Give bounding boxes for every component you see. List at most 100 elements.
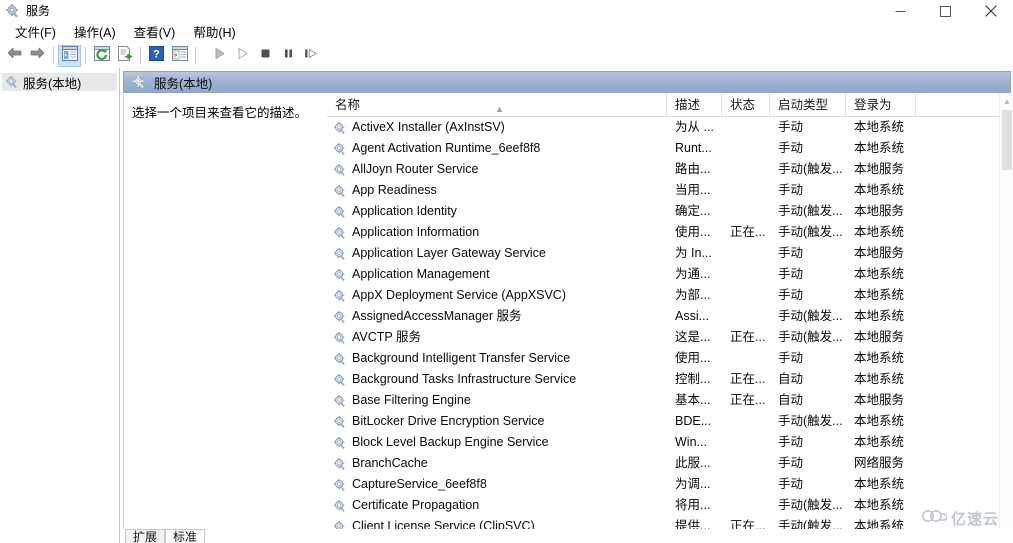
help-button[interactable]: ? — [145, 45, 168, 67]
cell-startup: 手动(触发... — [770, 222, 846, 243]
cell-status — [722, 159, 770, 180]
cell-name: CaptureService_6eef8f8 — [327, 474, 667, 495]
service-name-label: Agent Activation Runtime_6eef8f8 — [352, 138, 540, 159]
close-button[interactable] — [968, 0, 1013, 22]
properties-icon — [172, 46, 188, 66]
service-gear-icon — [333, 457, 347, 471]
cell-logon: 本地系统 — [846, 264, 916, 285]
column-header-description[interactable]: 描述 — [667, 94, 722, 117]
service-gear-icon — [333, 331, 347, 345]
detail-hint-text: 选择一个项目来查看它的描述。 — [132, 104, 318, 122]
table-row[interactable]: BitLocker Drive Encryption ServiceBDE...… — [327, 411, 1013, 432]
table-row[interactable]: Background Tasks Infrastructure Service控… — [327, 369, 1013, 390]
cell-logon: 本地系统 — [846, 222, 916, 243]
list-rows: ActiveX Installer (AxInstSV)为从 ...手动本地系统… — [327, 117, 1013, 537]
tree-node-services-local[interactable]: 服务(本地) — [2, 73, 117, 91]
cell-status — [722, 348, 770, 369]
tree-node-label: 服务(本地) — [23, 73, 81, 92]
cell-name: BranchCache — [327, 453, 667, 474]
service-gear-icon — [333, 394, 347, 408]
table-row[interactable]: CaptureService_6eef8f8为调...手动本地系统 — [327, 474, 1013, 495]
table-row[interactable]: Base Filtering Engine基本...正在...自动本地服务 — [327, 390, 1013, 411]
service-name-label: CaptureService_6eef8f8 — [352, 474, 487, 495]
service-name-label: AllJoyn Router Service — [352, 159, 478, 180]
tab-extended[interactable]: 扩展 — [125, 529, 165, 543]
service-gear-icon — [333, 205, 347, 219]
table-row[interactable]: App Readiness当用...手动本地系统 — [327, 180, 1013, 201]
arrow-right-icon — [29, 46, 46, 65]
list-vertical-scrollbar[interactable]: ▲ ▼ — [999, 94, 1013, 540]
toolbar-separator — [53, 47, 54, 64]
column-header-logon[interactable]: 登录为 — [846, 94, 916, 117]
service-name-label: AppX Deployment Service (AppXSVC) — [352, 285, 566, 306]
service-gear-icon — [333, 436, 347, 450]
service-gear-icon — [333, 184, 347, 198]
cell-logon: 本地服务 — [846, 243, 916, 264]
table-row[interactable]: BranchCache此服...手动网络服务 — [327, 453, 1013, 474]
scroll-up-arrow[interactable]: ▲ — [1000, 94, 1013, 108]
service-gear-icon — [333, 226, 347, 240]
services-gear-icon — [5, 3, 21, 19]
cell-startup: 手动 — [770, 180, 846, 201]
column-header-status[interactable]: 状态 — [722, 94, 770, 117]
resume-service-button[interactable] — [231, 45, 254, 67]
column-header-startup[interactable]: 启动类型 — [770, 94, 846, 117]
cell-startup: 手动 — [770, 264, 846, 285]
cell-status — [722, 432, 770, 453]
column-header-name[interactable]: 名称▲ — [327, 94, 667, 117]
cell-name: Block Level Backup Engine Service — [327, 432, 667, 453]
restart-service-button[interactable] — [300, 45, 323, 67]
forward-button[interactable] — [26, 45, 49, 67]
refresh-icon — [94, 46, 110, 66]
table-row[interactable]: Application Layer Gateway Service为 In...… — [327, 243, 1013, 264]
maximize-button[interactable] — [923, 0, 968, 22]
services-list[interactable]: 名称▲描述状态启动类型登录为 ActiveX Installer (AxInst… — [327, 94, 1013, 540]
back-button[interactable] — [3, 45, 26, 67]
table-row[interactable]: ActiveX Installer (AxInstSV)为从 ...手动本地系统 — [327, 117, 1013, 138]
title-bar: 服务 — [0, 0, 1013, 22]
table-row[interactable]: Background Intelligent Transfer Service使… — [327, 348, 1013, 369]
table-row[interactable]: Agent Activation Runtime_6eef8f8Runt...手… — [327, 138, 1013, 159]
table-row[interactable]: Application Identity确定...手动(触发...本地服务 — [327, 201, 1013, 222]
service-name-label: Block Level Backup Engine Service — [352, 432, 549, 453]
table-row[interactable]: Application Management为通...手动本地系统 — [327, 264, 1013, 285]
cell-description: 为调... — [667, 474, 722, 495]
cell-startup: 手动 — [770, 474, 846, 495]
cell-name: App Readiness — [327, 180, 667, 201]
show-hide-console-tree-button[interactable] — [58, 45, 81, 67]
properties-button[interactable] — [168, 45, 191, 67]
cell-description: 基本... — [667, 390, 722, 411]
service-gear-icon — [333, 268, 347, 282]
menu-help[interactable]: 帮助(H) — [184, 23, 244, 43]
table-row[interactable]: Certificate Propagation将用...手动(触发...本地系统 — [327, 495, 1013, 516]
scrollbar-thumb[interactable] — [1002, 110, 1012, 170]
cell-logon: 本地服务 — [846, 327, 916, 348]
service-gear-icon — [333, 121, 347, 135]
table-row[interactable]: AssignedAccessManager 服务Assi...手动(触发...本… — [327, 306, 1013, 327]
start-service-button[interactable] — [208, 45, 231, 67]
menu-action[interactable]: 操作(A) — [65, 23, 125, 43]
table-row[interactable]: Block Level Backup Engine ServiceWin...手… — [327, 432, 1013, 453]
toolbar: ? — [0, 43, 1013, 68]
export-list-button[interactable] — [113, 45, 136, 67]
table-row[interactable]: Application Information使用...正在...手动(触发..… — [327, 222, 1013, 243]
cell-description: Runt... — [667, 138, 722, 159]
cell-startup: 手动 — [770, 243, 846, 264]
service-name-label: Application Layer Gateway Service — [352, 243, 546, 264]
table-row[interactable]: AllJoyn Router Service路由...手动(触发...本地服务 — [327, 159, 1013, 180]
pause-service-button[interactable] — [277, 45, 300, 67]
menu-file[interactable]: 文件(F) — [6, 23, 65, 43]
minimize-button[interactable] — [878, 0, 923, 22]
cell-name: Background Intelligent Transfer Service — [327, 348, 667, 369]
table-row[interactable]: AppX Deployment Service (AppXSVC)为部...手动… — [327, 285, 1013, 306]
cell-status — [722, 285, 770, 306]
cell-startup: 手动(触发... — [770, 159, 846, 180]
table-row[interactable]: AVCTP 服务这是...正在...手动(触发...本地服务 — [327, 327, 1013, 348]
stop-service-button[interactable] — [254, 45, 277, 67]
cell-status — [722, 138, 770, 159]
menu-view[interactable]: 查看(V) — [125, 23, 185, 43]
tab-standard[interactable]: 标准 — [165, 529, 205, 543]
cell-name: ActiveX Installer (AxInstSV) — [327, 117, 667, 138]
service-name-label: BranchCache — [352, 453, 428, 474]
refresh-button[interactable] — [90, 45, 113, 67]
